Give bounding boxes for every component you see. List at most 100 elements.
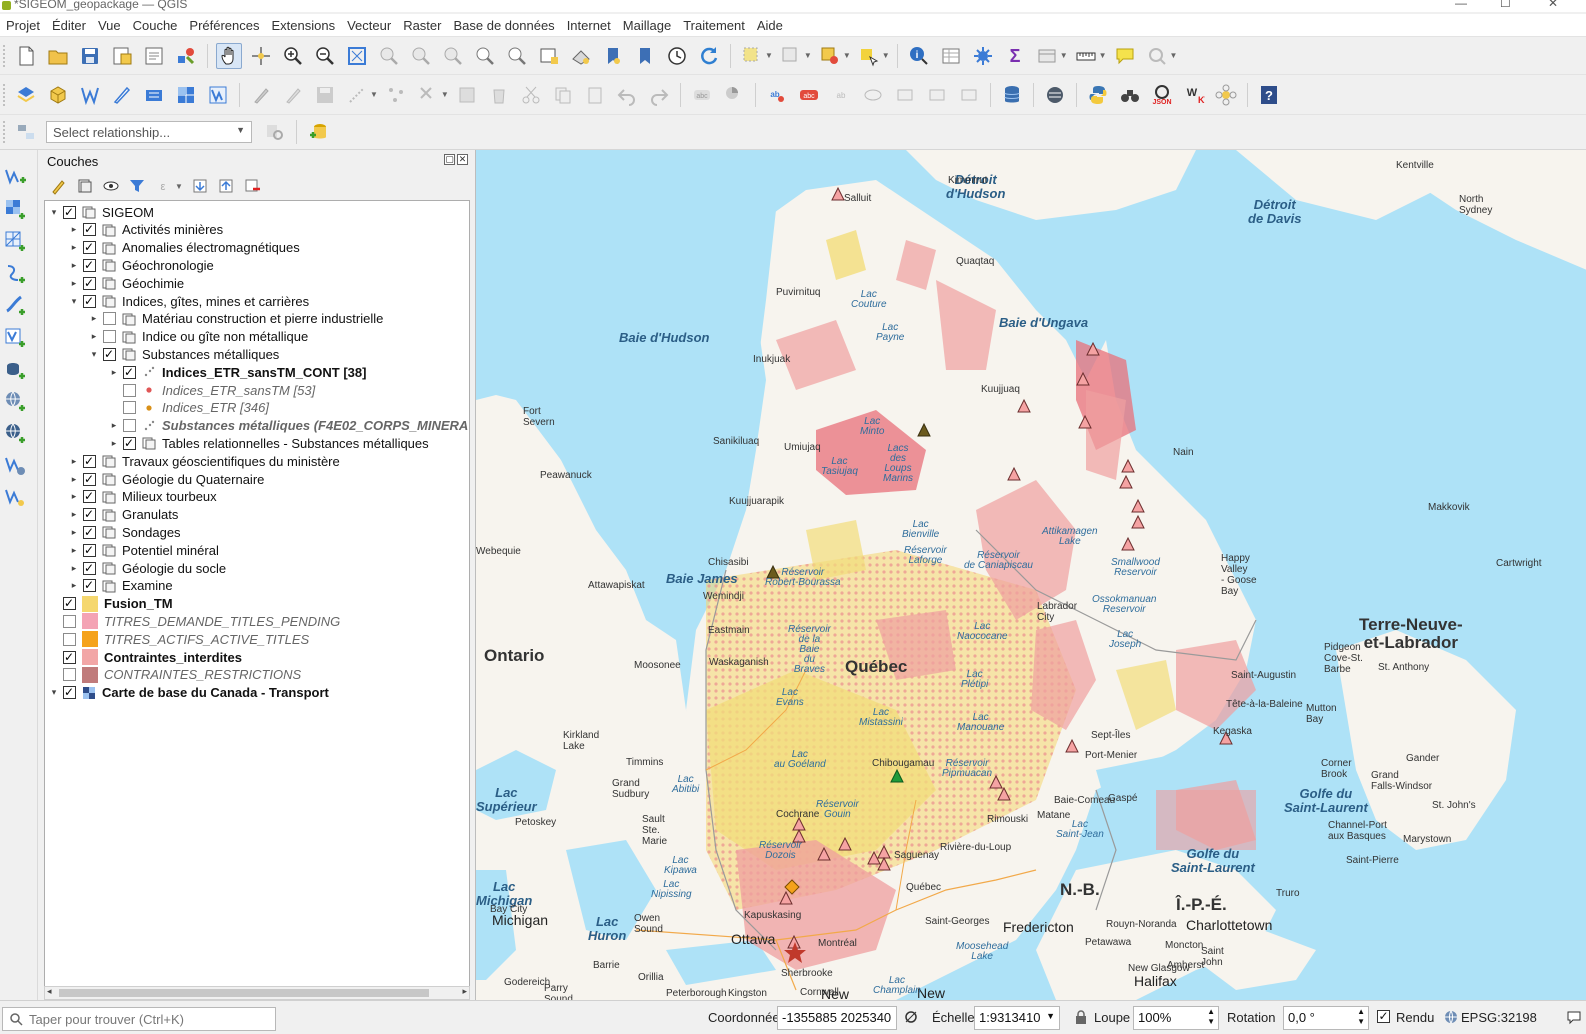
pan-map-icon[interactable] bbox=[216, 42, 242, 69]
layer-tree-item[interactable]: ▸ Géochimie bbox=[45, 274, 469, 292]
identify-features-icon[interactable]: i bbox=[906, 43, 932, 69]
layer-visibility-checkbox[interactable] bbox=[63, 668, 76, 682]
expand-arrow-icon[interactable]: ▸ bbox=[69, 563, 79, 574]
map-canvas[interactable]: Détroit d'Hudson Détroit de Davis Baie d'H… bbox=[475, 150, 1586, 1000]
layer-visibility-checkbox[interactable] bbox=[63, 614, 76, 628]
pin-labels-icon[interactable]: ab bbox=[764, 82, 790, 108]
expand-all-icon[interactable] bbox=[189, 175, 211, 197]
locator-search[interactable]: Taper pour trouver (Ctrl+K) bbox=[2, 1007, 276, 1031]
scrollbar-thumb[interactable] bbox=[59, 989, 429, 997]
add-wfs-icon[interactable] bbox=[2, 420, 28, 446]
layer-tree-item[interactable]: ▸ Travaux géoscientifiques du ministère bbox=[45, 452, 469, 470]
layer-tree-item[interactable]: CONTRAINTES_RESTRICTIONS bbox=[45, 666, 469, 684]
layer-visibility-checkbox[interactable] bbox=[83, 275, 96, 291]
new-virtual-layer-icon[interactable] bbox=[141, 82, 167, 108]
scale-field[interactable]: 1:9313410 ▼ bbox=[974, 1006, 1060, 1030]
layer-visibility-checkbox[interactable] bbox=[83, 488, 96, 504]
layer-tree-item[interactable]: ▸ Géologie du Quaternaire bbox=[45, 470, 469, 488]
add-wms-icon[interactable] bbox=[2, 388, 28, 414]
layer-visibility-checkbox[interactable] bbox=[83, 542, 96, 558]
expand-arrow-icon[interactable]: ▸ bbox=[69, 224, 79, 235]
new-vector-layer-icon[interactable] bbox=[2, 484, 28, 510]
magnifier-field[interactable]: 100% ▲ ▼ bbox=[1133, 1006, 1219, 1030]
layer-tree-item[interactable]: ▾ Carte de base du Canada - Transport bbox=[45, 684, 469, 702]
layer-tree-item[interactable]: ▸ Indices_ETR_sansTM_CONT [38] bbox=[45, 363, 469, 381]
add-group-icon[interactable] bbox=[74, 175, 96, 197]
menu-item[interactable]: Internet bbox=[561, 18, 617, 33]
expand-arrow-icon[interactable]: ▸ bbox=[69, 278, 79, 289]
paste-features-icon[interactable] bbox=[582, 82, 608, 108]
add-vector-layer-icon[interactable] bbox=[2, 164, 28, 190]
layer-visibility-checkbox[interactable] bbox=[83, 506, 96, 522]
layer-tree-scrollbar[interactable]: ◂ ▸ bbox=[44, 986, 470, 1000]
add-raster-icon[interactable] bbox=[173, 82, 199, 108]
filter-legend-icon[interactable] bbox=[126, 175, 148, 197]
mouse-coordinates-icon[interactable] bbox=[903, 1009, 919, 1025]
redo-icon[interactable] bbox=[646, 82, 672, 108]
crs-label[interactable]: EPSG:32198 bbox=[1461, 1010, 1537, 1025]
delete-selected-icon[interactable] bbox=[454, 82, 480, 108]
menu-item[interactable]: Extensions bbox=[266, 18, 342, 33]
zoom-last-icon[interactable] bbox=[472, 43, 498, 69]
select-location-icon[interactable] bbox=[856, 43, 882, 69]
relationship-tool-icon[interactable] bbox=[13, 119, 39, 145]
layer-visibility-checkbox[interactable] bbox=[83, 524, 96, 540]
db-manager-icon[interactable] bbox=[999, 82, 1025, 108]
layer-visibility-checkbox[interactable] bbox=[103, 330, 116, 344]
menu-item[interactable]: Éditer bbox=[46, 18, 92, 33]
layer-tree-item[interactable]: Contraintes_interdites bbox=[45, 648, 469, 666]
layer-visibility-checkbox[interactable] bbox=[83, 577, 96, 593]
layer-tree-item[interactable]: Indices_ETR_sansTM [53] bbox=[45, 381, 469, 399]
binoculars-icon[interactable] bbox=[1117, 82, 1143, 108]
layer-styling-icon[interactable] bbox=[48, 175, 70, 197]
select-relationship-dropdown[interactable]: Select relationship... ▼ bbox=[46, 121, 252, 143]
minimize-icon[interactable]: — bbox=[1455, 0, 1467, 10]
highlight-labels-icon[interactable]: abc bbox=[796, 82, 822, 108]
expand-arrow-icon[interactable]: ▾ bbox=[69, 296, 79, 307]
measure-icon[interactable] bbox=[1073, 43, 1099, 69]
expand-arrow-icon[interactable]: ▾ bbox=[49, 687, 59, 698]
expand-arrow-icon[interactable]: ▸ bbox=[109, 420, 119, 431]
add-vector-icon[interactable] bbox=[205, 82, 231, 108]
layer-tree-item[interactable]: ▸ Substances métalliques (F4E02_CORPS_MIN… bbox=[45, 417, 469, 435]
add-raster-layer-icon[interactable] bbox=[2, 196, 28, 222]
expand-arrow-icon[interactable]: ▸ bbox=[69, 242, 79, 253]
layer-visibility-checkbox[interactable] bbox=[83, 257, 96, 273]
label-toolbar-icon[interactable]: abc bbox=[689, 82, 715, 108]
coordinate-field[interactable]: -1355885 2025340 bbox=[777, 1006, 897, 1030]
layer-tree-item[interactable]: ▸ Activités minières bbox=[45, 221, 469, 239]
zoom-to-selection-icon[interactable] bbox=[376, 43, 402, 69]
expand-arrow-icon[interactable]: ▸ bbox=[69, 474, 79, 485]
layer-visibility-checkbox[interactable] bbox=[123, 419, 136, 433]
layer-tree-item[interactable]: ▸ Matériau construction et pierre industr… bbox=[45, 310, 469, 328]
lock-scale-icon[interactable] bbox=[1073, 1009, 1089, 1025]
change-label-icon[interactable] bbox=[924, 82, 950, 108]
attribute-table-icon[interactable] bbox=[1034, 43, 1060, 69]
expand-arrow-icon[interactable]: ▸ bbox=[69, 456, 79, 467]
layer-visibility-checkbox[interactable] bbox=[83, 471, 96, 487]
messages-icon[interactable] bbox=[1566, 1009, 1582, 1025]
menu-item[interactable]: Traitement bbox=[677, 18, 751, 33]
undo-icon[interactable] bbox=[614, 82, 640, 108]
label-properties-icon[interactable] bbox=[956, 82, 982, 108]
render-checkbox[interactable]: ✓ bbox=[1377, 1010, 1390, 1023]
data-source-manager-icon[interactable] bbox=[13, 82, 39, 108]
statistics-icon[interactable]: Σ bbox=[1002, 43, 1028, 69]
add-spatialite-icon[interactable] bbox=[2, 292, 28, 318]
relationship-search-icon[interactable] bbox=[262, 119, 288, 145]
temporal-controller-icon[interactable] bbox=[664, 43, 690, 69]
layer-tree-item[interactable]: ▸ Examine bbox=[45, 577, 469, 595]
cut-features-icon[interactable] bbox=[518, 82, 544, 108]
layer-tree-item[interactable]: ▸ Anomalies électromagnétiques bbox=[45, 239, 469, 257]
layer-visibility-checkbox[interactable] bbox=[103, 346, 116, 362]
copy-features-icon[interactable] bbox=[550, 82, 576, 108]
flower-plugin-icon[interactable] bbox=[1213, 82, 1239, 108]
show-bookmarks-icon[interactable] bbox=[632, 43, 658, 69]
layer-tree-item[interactable]: Fusion_TM bbox=[45, 595, 469, 613]
menu-item[interactable]: Aide bbox=[751, 18, 789, 33]
json-icon[interactable]: JSON bbox=[1149, 82, 1175, 108]
current-edits-icon[interactable] bbox=[280, 82, 306, 108]
layer-tree-item[interactable]: ▸ Tables relationnelles - Substances méta… bbox=[45, 434, 469, 452]
vertex-tool-icon[interactable] bbox=[383, 82, 409, 108]
digitize-icon[interactable] bbox=[344, 82, 370, 108]
